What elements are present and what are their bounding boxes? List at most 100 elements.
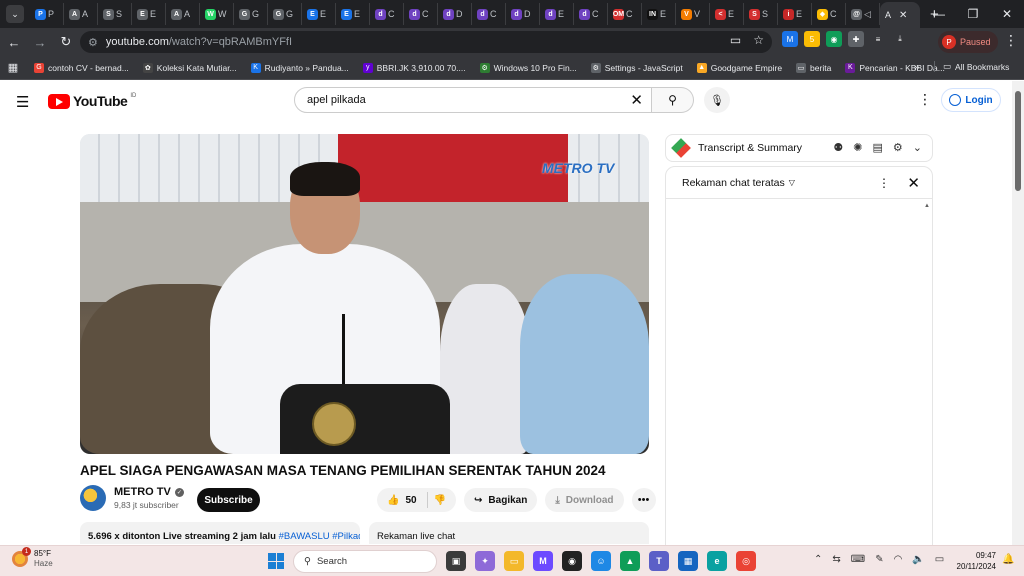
- browser-tab[interactable]: OM C: [608, 3, 642, 25]
- menu-hamburger-icon[interactable]: ☰: [16, 93, 29, 111]
- voice-search-button[interactable]: 🎙: [704, 87, 730, 113]
- extension-badge-icon[interactable]: 5: [804, 31, 820, 47]
- minimize-button[interactable]: —: [922, 0, 956, 28]
- keyboard-icon[interactable]: ⌨: [851, 554, 865, 565]
- like-button[interactable]: 👍 50: [387, 492, 428, 508]
- openai-icon[interactable]: ✺: [853, 141, 862, 154]
- bookmark-item[interactable]: Gcontoh CV - bernad...: [34, 62, 129, 73]
- wifi-icon[interactable]: ◠: [894, 554, 903, 565]
- more-actions-icon[interactable]: •••: [631, 488, 656, 512]
- browser-tab[interactable]: dC: [404, 3, 438, 25]
- battery-icon[interactable]: ▭: [935, 554, 944, 565]
- browser-tab[interactable]: EE: [336, 3, 370, 25]
- reload-button[interactable]: ↻: [54, 30, 78, 54]
- extension-m-icon[interactable]: M: [782, 31, 798, 47]
- bookmark-item[interactable]: ▲ Goodgame Empire: [696, 62, 782, 73]
- browser-tab[interactable]: VV: [676, 3, 710, 25]
- chrome-menu-icon[interactable]: ⋮: [1004, 32, 1018, 49]
- search-input[interactable]: apel pilkada ✕: [294, 87, 652, 113]
- weather-widget[interactable]: 1 85°F Haze: [12, 547, 53, 569]
- browser-tab[interactable]: GG: [268, 3, 302, 25]
- scrollbar-thumb[interactable]: [1015, 91, 1021, 191]
- channel-name[interactable]: METRO TV: [114, 486, 171, 498]
- media-app-icon[interactable]: ◉: [562, 551, 582, 571]
- download-button[interactable]: ⤓ Download: [545, 488, 624, 512]
- store-icon[interactable]: ▦: [678, 551, 698, 571]
- bookmark-item[interactable]: K Rudiyanto » Pandua...: [250, 62, 349, 73]
- close-window-button[interactable]: ✕: [990, 0, 1024, 28]
- youtube-logo[interactable]: YouTube ID: [48, 93, 136, 109]
- video-player[interactable]: METRO TV: [80, 134, 649, 454]
- settings-kebab-icon[interactable]: ⋮: [918, 91, 932, 108]
- clock[interactable]: 09:47 20/11/2024: [954, 550, 996, 572]
- bookmark-item[interactable]: K Pencarian - KBBI Da...: [845, 62, 945, 73]
- chrome-icon[interactable]: ◎: [736, 551, 756, 571]
- close-chat-icon[interactable]: ✕: [907, 174, 920, 192]
- teams-icon[interactable]: T: [649, 551, 669, 571]
- tab-search-button[interactable]: ⌄: [6, 5, 24, 23]
- chat-app-icon[interactable]: ☺: [591, 551, 611, 571]
- bookmarks-overflow[interactable]: »: [914, 62, 920, 73]
- browser-tab[interactable]: dD: [506, 3, 540, 25]
- browser-tab[interactable]: dE: [540, 3, 574, 25]
- reading-list-icon[interactable]: ≡: [870, 31, 886, 47]
- channel-avatar[interactable]: [80, 485, 106, 511]
- profile-paused-button[interactable]: P Paused: [938, 31, 998, 53]
- document-icon[interactable]: ▤: [873, 141, 883, 154]
- extensions-puzzle-icon[interactable]: ✚: [848, 31, 864, 47]
- address-bar[interactable]: ⚙ youtube.com/watch?v=qbRAMBmYFfI ▭ ☆: [80, 31, 772, 53]
- all-bookmarks-button[interactable]: ▭ All Bookmarks: [934, 61, 1009, 72]
- bookmark-item[interactable]: y BBRI.JK 3,910.00 70....: [362, 62, 466, 73]
- chevron-down-icon[interactable]: ⌄: [913, 141, 922, 154]
- browser-tab[interactable]: AA: [166, 3, 200, 25]
- download-icon[interactable]: ⤓: [892, 31, 908, 47]
- restore-button[interactable]: ❐: [956, 0, 990, 28]
- chat-header[interactable]: Rekaman chat teratas ▽ ⋮ ✕: [666, 167, 932, 199]
- transcript-summary-panel[interactable]: Transcript & Summary ⚉ ✺ ▤ ⚙ ⌄: [665, 134, 933, 162]
- live-chat-replay-box[interactable]: Rekaman live chat: [369, 522, 649, 544]
- tray-chevron-icon[interactable]: ⌃: [814, 554, 822, 565]
- speaker-icon[interactable]: 🔈: [912, 554, 924, 565]
- browser-tab[interactable]: EE: [132, 3, 166, 25]
- bookmark-item[interactable]: ⚙ Windows 10 Pro Fin...: [479, 62, 577, 73]
- browser-tab[interactable]: ◆ C: [812, 3, 846, 25]
- description-box[interactable]: 5.696 x ditonton Live streaming 2 jam la…: [80, 522, 360, 544]
- mail-app-icon[interactable]: M: [533, 551, 553, 571]
- robot-icon[interactable]: ⚉: [833, 141, 843, 154]
- subscribe-button[interactable]: Subscribe: [197, 488, 260, 512]
- file-explorer-icon[interactable]: ▭: [504, 551, 524, 571]
- task-view-icon[interactable]: ▣: [446, 551, 466, 571]
- browser-tab[interactable]: IN E: [642, 3, 676, 25]
- extension-camera-icon[interactable]: ◉: [826, 31, 842, 47]
- start-button[interactable]: [268, 553, 284, 569]
- cast-icon[interactable]: ▭: [730, 33, 741, 47]
- bookmark-item[interactable]: ▭ berita: [796, 62, 831, 73]
- bookmark-star-icon[interactable]: ☆: [753, 33, 764, 47]
- browser-tab[interactable]: iE: [778, 3, 812, 25]
- forward-button[interactable]: →: [28, 30, 52, 54]
- browser-tab[interactable]: PP: [30, 3, 64, 25]
- edge-icon[interactable]: e: [707, 551, 727, 571]
- chat-kebab-icon[interactable]: ⋮: [878, 176, 890, 190]
- thumbs-down-icon[interactable]: 👎: [434, 495, 446, 506]
- clear-search-icon[interactable]: ✕: [630, 91, 643, 109]
- apps-grid-icon[interactable]: ▦: [6, 61, 20, 75]
- gear-icon[interactable]: ⚙: [893, 141, 903, 154]
- browser-tab[interactable]: dC: [574, 3, 608, 25]
- chat-scroll-up-icon[interactable]: ▲: [924, 203, 930, 209]
- site-info-icon[interactable]: ⚙: [88, 36, 98, 49]
- browser-tab[interactable]: AA: [64, 3, 98, 25]
- browser-tab[interactable]: < E: [710, 3, 744, 25]
- search-button[interactable]: ⚲: [652, 87, 694, 113]
- copilot-icon[interactable]: ✦: [475, 551, 495, 571]
- pen-icon[interactable]: ✎: [875, 554, 883, 565]
- page-scrollbar[interactable]: [1012, 81, 1024, 545]
- browser-tab[interactable]: GG: [234, 3, 268, 25]
- tab-close-icon[interactable]: ✕: [899, 10, 907, 21]
- browser-tab[interactable]: @ ◁: [846, 3, 880, 25]
- bookmark-item[interactable]: ⚙ Settings - JavaScript: [590, 62, 683, 73]
- hashtags[interactable]: #BAWASLU #Pilkada: [279, 531, 360, 542]
- google-drive-icon[interactable]: ▲: [620, 551, 640, 571]
- browser-tab[interactable]: dC: [370, 3, 404, 25]
- browser-tab[interactable]: EE: [302, 3, 336, 25]
